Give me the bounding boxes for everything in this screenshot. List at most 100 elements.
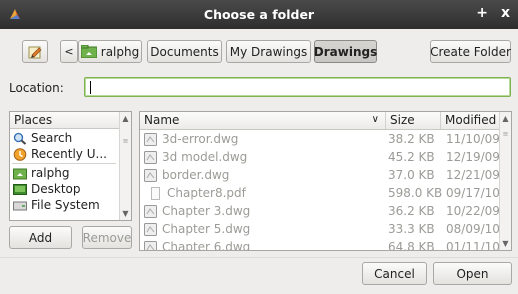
cancel-button[interactable]: Cancel	[362, 262, 427, 285]
location-label: Location:	[9, 81, 64, 95]
window-title: Choose a folder	[203, 7, 315, 22]
pencil-icon	[28, 46, 42, 58]
breadcrumb-label: Documents	[150, 44, 219, 59]
remove-place-button[interactable]: Remove	[82, 226, 132, 249]
file-name: 3d model.dwg	[162, 150, 248, 164]
place-recently-used[interactable]: Recently U...	[10, 146, 119, 162]
column-modified-label: Modified	[445, 113, 497, 127]
place-ralphg[interactable]: ralphg	[10, 165, 119, 181]
column-size-label: Size	[390, 113, 415, 127]
file-list-header: Name ∨ Size Modified	[140, 112, 499, 130]
file-list-scrollbar[interactable]: ▲ ≡ ▼	[499, 112, 511, 250]
places-scrollbar[interactable]: ▲ ≡ ▼	[119, 112, 131, 220]
open-label: Open	[456, 266, 489, 281]
file-modified: 11/10/09	[446, 132, 500, 146]
place-label: Search	[31, 131, 73, 145]
place-search[interactable]: Search	[10, 130, 119, 146]
file-size: 598.0 KB	[388, 186, 443, 200]
path-back-button[interactable]: <	[60, 40, 78, 63]
scroll-down-icon[interactable]: ▼	[501, 239, 510, 248]
file-name: Chapter 6.dwg	[162, 240, 251, 251]
place-label: ralphg	[31, 166, 70, 180]
file-list-pane: Name ∨ Size Modified 3d-error.dwg 38.2 K…	[139, 111, 512, 251]
file-row[interactable]: Chapter8.pdf 598.0 KB 09/17/10	[140, 184, 500, 202]
add-label: Add	[28, 230, 53, 245]
chevron-down-icon: ∨	[371, 114, 379, 125]
file-row[interactable]: 3d-error.dwg 38.2 KB 11/10/09	[140, 130, 500, 148]
text-caret	[90, 81, 91, 94]
file-modified: 10/22/09	[446, 204, 500, 218]
file-name: 3d-error.dwg	[162, 132, 239, 146]
dwg-file-icon	[144, 204, 157, 218]
places-separator	[12, 163, 116, 164]
file-row[interactable]: Chapter 3.dwg 36.2 KB 10/22/09	[140, 202, 500, 220]
breadcrumb-label: ralphg	[100, 44, 140, 59]
file-row[interactable]: border.dwg 37.0 KB 12/21/09	[140, 166, 500, 184]
search-icon	[13, 132, 27, 145]
dwg-file-icon	[144, 168, 157, 182]
create-folder-label: Create Folder	[430, 44, 511, 59]
home-folder-icon	[13, 168, 27, 179]
divider	[0, 257, 518, 258]
place-desktop[interactable]: Desktop	[10, 181, 119, 197]
breadcrumb-documents[interactable]: Documents	[147, 40, 222, 63]
file-name: Chapter 3.dwg	[162, 204, 251, 218]
add-place-button[interactable]: Add	[9, 226, 72, 249]
edit-location-button[interactable]	[22, 40, 48, 63]
close-button[interactable]: x	[501, 5, 510, 21]
file-modified: 12/19/09	[446, 150, 500, 164]
dwg-file-icon	[144, 132, 157, 146]
breadcrumb-label: Drawings	[313, 44, 378, 59]
file-name: border.dwg	[162, 168, 230, 182]
dwg-file-icon	[144, 240, 157, 250]
file-size: 37.0 KB	[388, 168, 435, 182]
column-size[interactable]: Size	[386, 112, 441, 129]
place-file-system[interactable]: File System	[10, 197, 119, 213]
breadcrumb-label: My Drawings	[229, 44, 308, 59]
file-name: Chapter 5.dwg	[162, 222, 251, 236]
file-row[interactable]: Chapter 6.dwg 64.8 KB 01/11/10	[140, 238, 500, 251]
home-folder-icon	[80, 45, 97, 58]
file-name: Chapter8.pdf	[167, 186, 246, 200]
places-header[interactable]: Places	[10, 112, 119, 129]
file-size: 33.3 KB	[388, 222, 435, 236]
open-button[interactable]: Open	[433, 262, 512, 285]
dwg-file-icon	[144, 150, 157, 164]
desktop-icon	[13, 183, 27, 195]
file-modified: 01/11/10	[446, 240, 500, 251]
file-size: 64.8 KB	[388, 240, 435, 251]
scroll-up-icon[interactable]: ▲	[501, 114, 510, 123]
file-modified: 12/21/09	[446, 168, 500, 182]
dwg-file-icon	[144, 222, 157, 236]
scroll-grip-icon[interactable]: ≡	[122, 137, 129, 145]
place-label: Desktop	[31, 182, 81, 196]
places-pane: Places Search Recently U... ralphg Deskt…	[9, 111, 132, 221]
column-modified[interactable]: Modified	[441, 112, 499, 129]
scroll-down-icon[interactable]: ▼	[121, 209, 130, 218]
title-bar: Choose a folder + x	[0, 0, 518, 29]
location-input[interactable]	[84, 77, 511, 97]
file-modified: 09/17/10	[446, 186, 500, 200]
column-name[interactable]: Name ∨	[140, 112, 386, 129]
scroll-up-icon[interactable]: ▲	[121, 114, 130, 123]
column-name-label: Name	[144, 113, 180, 127]
file-size: 45.2 KB	[388, 150, 435, 164]
place-label: File System	[31, 198, 100, 212]
file-size: 36.2 KB	[388, 204, 435, 218]
place-label: Recently U...	[31, 147, 107, 161]
file-row[interactable]: Chapter 5.dwg 33.3 KB 08/09/10	[140, 220, 500, 238]
create-folder-button[interactable]: Create Folder	[430, 40, 511, 63]
folder-chooser-dialog: Choose a folder + x < ralphg Documents M…	[0, 0, 518, 294]
breadcrumb-drawings[interactable]: Drawings	[314, 40, 377, 63]
maximize-button[interactable]: +	[476, 5, 488, 21]
breadcrumb-my-drawings[interactable]: My Drawings	[226, 40, 311, 63]
drive-icon	[13, 201, 27, 210]
file-row[interactable]: 3d model.dwg 45.2 KB 12/19/09	[140, 148, 500, 166]
scroll-grip-icon[interactable]: ≡	[502, 130, 509, 138]
chevron-left-icon: <	[64, 45, 74, 58]
cancel-label: Cancel	[374, 266, 415, 281]
file-size: 38.2 KB	[388, 132, 435, 146]
file-modified: 08/09/10	[446, 222, 500, 236]
recent-icon	[13, 147, 27, 161]
breadcrumb-ralphg[interactable]: ralphg	[78, 40, 142, 63]
